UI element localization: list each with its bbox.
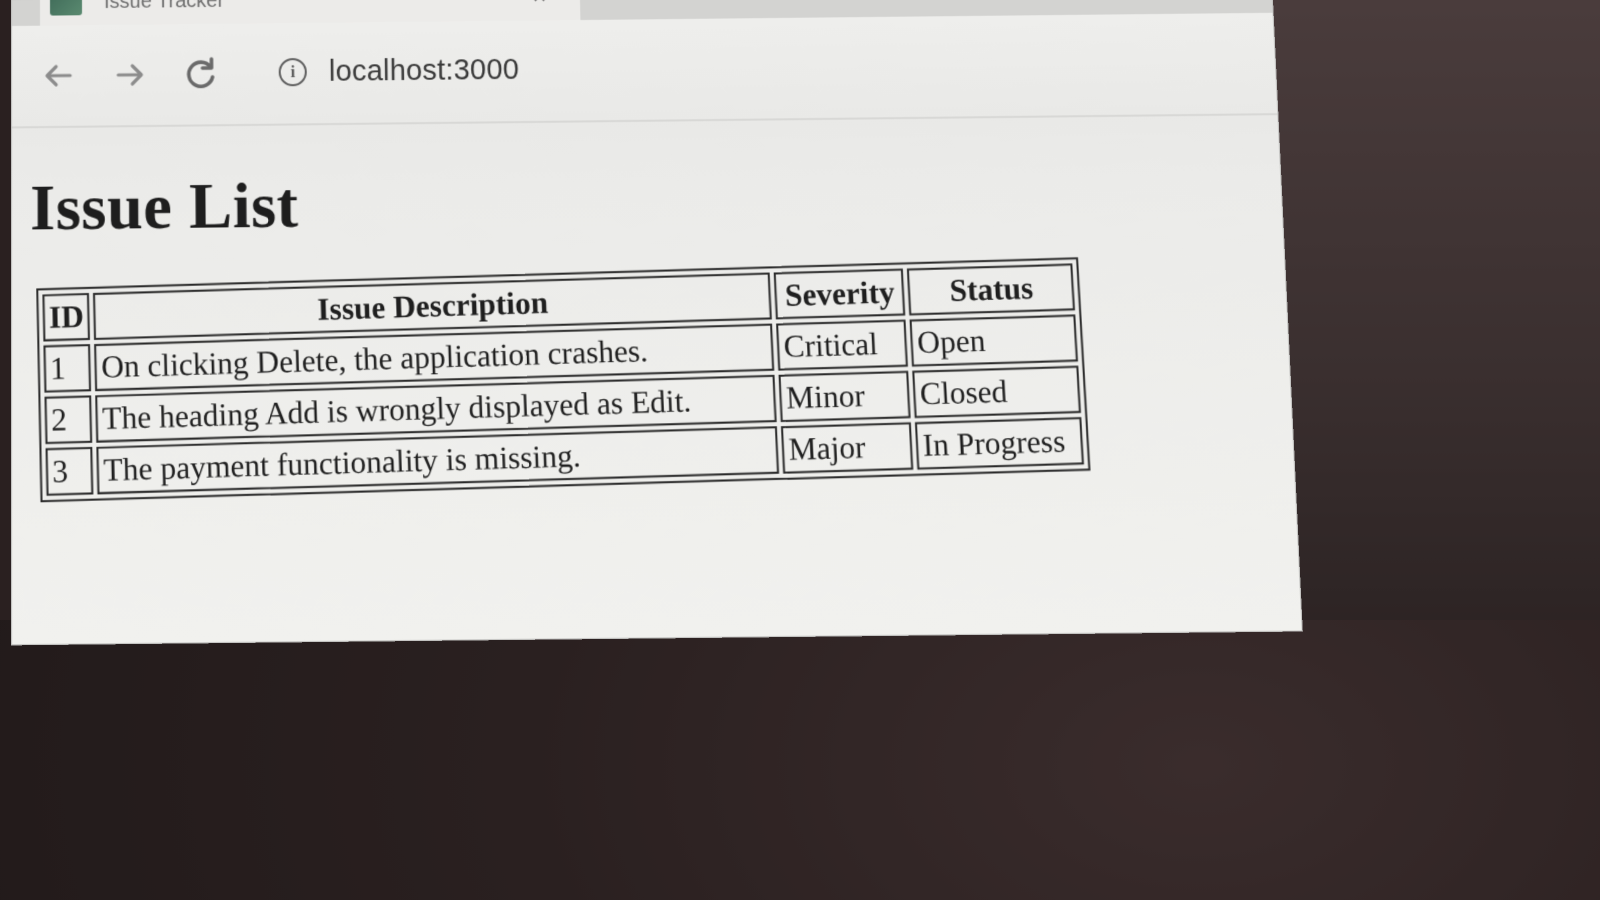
cell-id: 3	[45, 446, 94, 496]
close-icon[interactable]: ✕	[532, 0, 548, 8]
favicon-icon	[49, 0, 83, 16]
cell-severity: Major	[781, 422, 914, 474]
cell-id: 2	[44, 395, 93, 445]
back-arrow-icon	[45, 64, 72, 87]
browser-toolbar: i localhost:3000	[12, 12, 1278, 129]
forward-arrow-icon	[116, 64, 143, 86]
header-status: Status	[907, 263, 1076, 316]
header-severity: Severity	[774, 268, 906, 320]
page-title: Issue List	[30, 168, 299, 244]
url-text[interactable]: localhost:3000	[329, 53, 520, 88]
tab-title: Issue Tracker	[103, 0, 225, 14]
forward-button[interactable]	[108, 53, 152, 98]
cell-id: 1	[43, 344, 92, 393]
header-id: ID	[42, 292, 91, 342]
page-content: Issue List ID Issue Description Severity…	[12, 115, 1302, 644]
back-button[interactable]	[36, 53, 80, 98]
issue-table: ID Issue Description Severity Status 1 O…	[36, 257, 1091, 503]
address-bar[interactable]: i localhost:3000	[262, 38, 1205, 98]
browser-window: Issue Tracker ✕ i localhost:3000 Issue L…	[12, 0, 1302, 645]
info-icon[interactable]: i	[278, 57, 307, 87]
cell-status: Closed	[912, 365, 1082, 418]
reload-icon	[186, 57, 214, 88]
cell-severity: Critical	[776, 319, 909, 371]
cell-status: In Progress	[915, 417, 1085, 470]
cell-severity: Minor	[778, 370, 912, 423]
cell-status: Open	[909, 314, 1079, 367]
reload-button[interactable]	[178, 52, 222, 97]
desk-background	[1250, 0, 1600, 620]
